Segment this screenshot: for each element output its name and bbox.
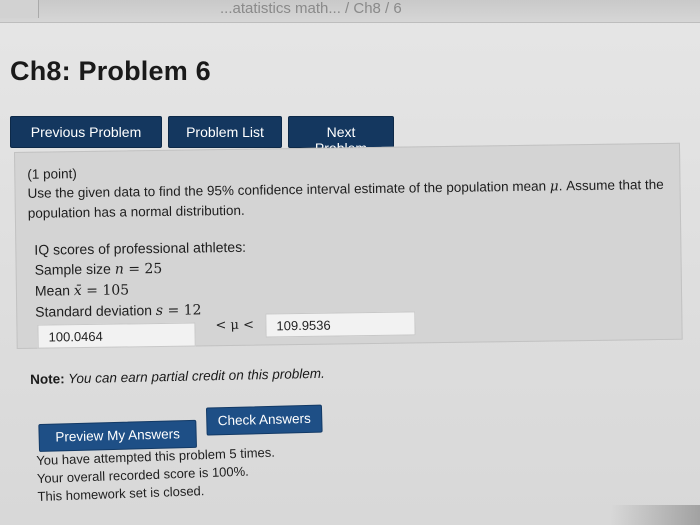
page-title: Ch8: Problem 6: [10, 56, 211, 86]
lower-bound-input[interactable]: 100.0464: [37, 322, 196, 349]
problem-instruction: Use the given data to find the 95% confi…: [27, 175, 667, 223]
note-message: You can earn partial credit on this prob…: [64, 365, 325, 387]
attempt-status: You have attempted this problem 5 times.…: [36, 444, 276, 506]
data-title: IQ scores of professional athletes:: [34, 238, 247, 258]
mu-symbol: μ: [549, 178, 559, 195]
page: ...atatistics math... / Ch8 / 6 Ch8: Pro…: [0, 0, 700, 525]
problem-box: (1 point) Use the given data to find the…: [14, 142, 683, 349]
mean-label: Mean: [34, 282, 74, 299]
sample-size-line: Sample size n = 25: [35, 257, 247, 281]
browser-top-strip: ...atatistics math... / Ch8 / 6: [0, 0, 700, 23]
note-label: Note:: [30, 371, 65, 387]
sample-size-eq: = 25: [123, 260, 163, 278]
problem-nav: Previous Problem Problem List Next Probl…: [10, 116, 394, 156]
shadow-edge: [610, 505, 700, 525]
problem-data: IQ scores of professional athletes: Samp…: [34, 237, 247, 323]
sd-label: Standard deviation: [35, 302, 156, 320]
mean-eq: = 105: [81, 282, 130, 300]
tab-edge[interactable]: [0, 0, 39, 18]
instruction-part1: Use the given data to find the 95% confi…: [27, 178, 550, 201]
mean-var: x̄: [73, 283, 82, 300]
partial-credit-note: Note: You can earn partial credit on thi…: [30, 366, 325, 387]
upper-bound-input[interactable]: 109.9536: [265, 311, 416, 338]
problem-list-button[interactable]: Problem List: [168, 116, 282, 148]
sd-eq: = 12: [162, 302, 202, 319]
previous-problem-button[interactable]: Previous Problem: [10, 116, 162, 148]
mean-line: Mean x̄ = 105: [35, 278, 247, 302]
sample-size-label: Sample size: [34, 260, 115, 278]
answer-row: 100.0464 < μ < 109.9536: [37, 311, 417, 349]
sample-size-var: n: [114, 261, 124, 278]
check-answers-button[interactable]: Check Answers: [205, 404, 323, 436]
next-problem-button[interactable]: Next Problem: [288, 116, 394, 156]
breadcrumb[interactable]: ...atatistics math... / Ch8 / 6: [220, 0, 402, 17]
problem-statement: (1 point) Use the given data to find the…: [27, 156, 668, 223]
between-mu: < μ <: [215, 317, 255, 334]
